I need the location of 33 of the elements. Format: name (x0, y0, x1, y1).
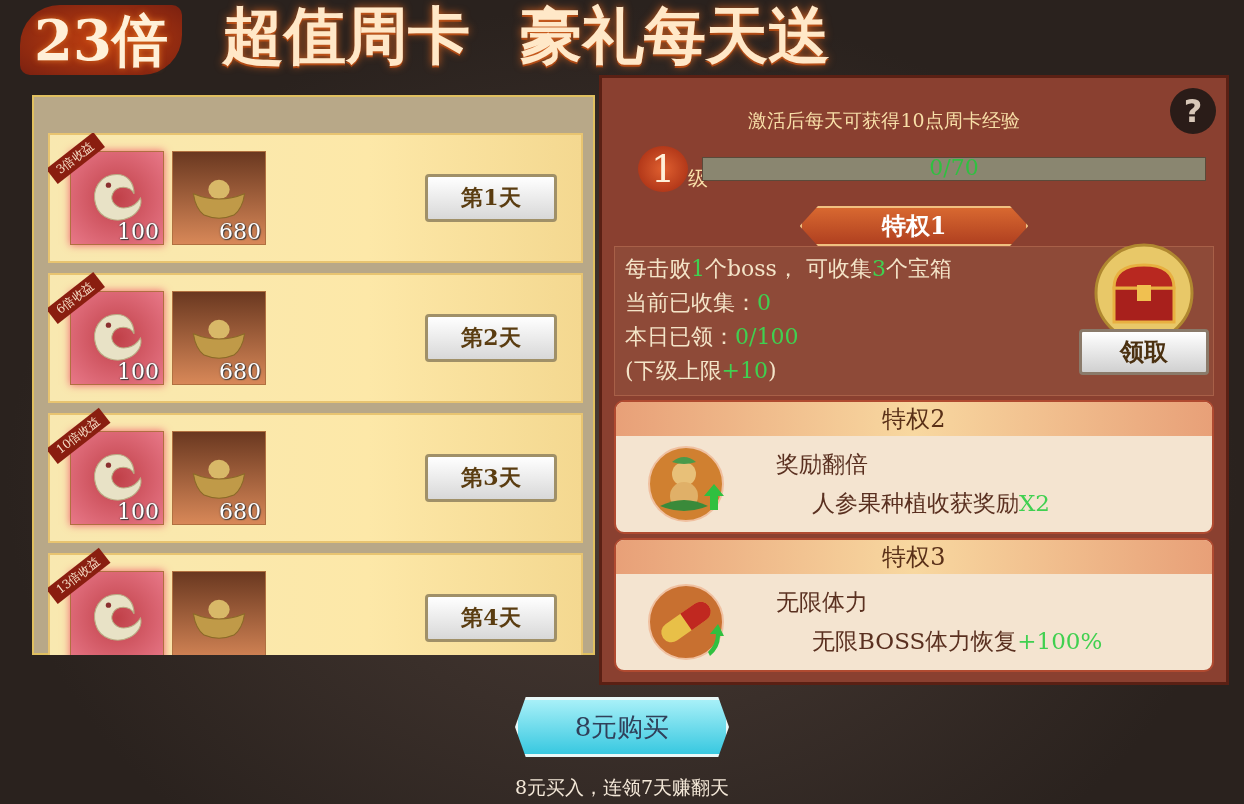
privilege-text: (下级上限+10) (625, 357, 778, 385)
help-button[interactable]: ? (1170, 88, 1216, 134)
item-amount: 100 (117, 219, 159, 244)
privilege-text: 当前已收集：0 (625, 289, 772, 317)
item-amount: 680 (219, 219, 261, 244)
banner-multiplier: 23倍 (20, 5, 182, 75)
ginseng-doll-icon (646, 444, 726, 524)
privilege-text: 本日已领：0/100 (625, 323, 800, 351)
buy-button[interactable]: 8元购买 (515, 697, 729, 757)
privilege-description: 无限BOSS体力恢复+100% (811, 627, 1103, 656)
experience-reading: 0/70 (928, 155, 980, 181)
privilege-title: 特权3 (616, 540, 1212, 574)
item-amount: 100 (117, 499, 159, 524)
banner-slogan: 豪礼每天送 (519, 0, 830, 74)
capsule-pill-icon (646, 582, 726, 662)
privilege-name: 无限体力 (776, 588, 869, 617)
privilege-description: 人参果种植收获奖励X2 (811, 489, 1050, 518)
day-button[interactable]: 第3天 (425, 454, 557, 502)
buy-caption: 8元买入，连领7天赚翻天 (514, 775, 730, 800)
reward-item-tile[interactable] (172, 571, 266, 655)
item-amount: 680 (219, 499, 261, 524)
day-button[interactable]: 第4天 (425, 594, 557, 642)
banner-title: 超值周卡 (221, 0, 470, 74)
experience-hint: 激活后每天可获得10点周卡经验 (747, 108, 1021, 133)
claim-button[interactable]: 领取 (1079, 329, 1209, 375)
day-button[interactable]: 第1天 (425, 174, 557, 222)
level-badge: 1 (638, 146, 688, 192)
day-button[interactable]: 第2天 (425, 314, 557, 362)
privilege-text: 每击败1个boss， 可收集3个宝箱 (625, 255, 952, 283)
privilege-name: 奖励翻倍 (776, 450, 869, 479)
item-amount: 680 (219, 359, 261, 384)
item-amount: 100 (117, 359, 159, 384)
privilege-title: 特权2 (616, 402, 1212, 436)
